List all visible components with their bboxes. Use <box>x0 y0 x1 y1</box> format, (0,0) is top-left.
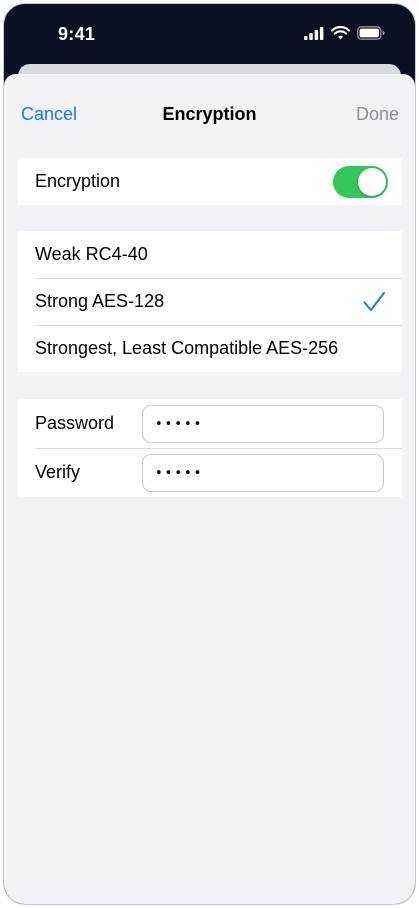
option-label: Strongest, Least Compatible AES-256 <box>35 338 339 358</box>
device-frame: 9:41 Cancel Encryption Done Encryption W… <box>3 3 416 905</box>
encryption-options-list: Weak RC4-40 Strong AES-128 Strongest, Le… <box>18 231 402 372</box>
modal-sheet: Cancel Encryption Done Encryption Weak R… <box>4 74 415 904</box>
page-title: Encryption <box>162 104 257 124</box>
verify-input[interactable] <box>142 454 384 492</box>
password-label: Password <box>35 413 115 433</box>
option-label: Weak RC4-40 <box>35 244 148 264</box>
password-input[interactable] <box>142 405 384 443</box>
navigation-bar: Cancel Encryption Done <box>4 74 415 152</box>
verify-label: Verify <box>35 462 81 482</box>
password-fields-group: Password Verify <box>18 399 402 497</box>
status-icons <box>304 26 385 45</box>
option-label: Strong AES-128 <box>35 291 165 311</box>
encryption-toggle-label: Encryption <box>35 171 121 191</box>
option-strongest-aes-256[interactable]: Strongest, Least Compatible AES-256 <box>18 325 402 372</box>
password-row: Password <box>18 399 402 448</box>
status-bar: 9:41 <box>4 4 415 64</box>
checkmark-icon <box>362 290 386 314</box>
verify-row: Verify <box>18 448 402 497</box>
option-strong-aes-128[interactable]: Strong AES-128 <box>18 278 402 325</box>
toggle-knob <box>358 168 386 196</box>
encryption-toggle[interactable] <box>333 166 388 198</box>
battery-icon <box>357 26 385 45</box>
encryption-toggle-group: Encryption <box>18 158 402 205</box>
option-weak-rc4-40[interactable]: Weak RC4-40 <box>18 231 402 278</box>
status-time: 9:41 <box>58 24 96 44</box>
done-button[interactable]: Done <box>356 104 399 125</box>
wifi-icon <box>330 26 351 45</box>
encryption-toggle-row: Encryption <box>18 158 402 205</box>
cellular-signal-icon <box>304 26 324 45</box>
